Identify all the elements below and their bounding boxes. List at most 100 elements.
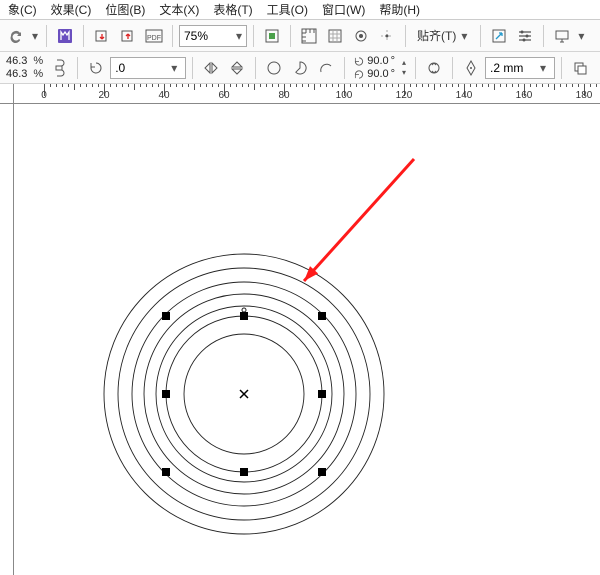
- svg-text:PDF: PDF: [147, 35, 161, 42]
- end-angle-icon: [353, 69, 365, 80]
- angle1-spinner-up[interactable]: ▴: [399, 58, 409, 67]
- fullscreen-button[interactable]: [260, 24, 284, 48]
- rotation-input[interactable]: [115, 61, 165, 75]
- start-angle-value: 90.0: [367, 55, 388, 68]
- width-value: 46.3: [6, 55, 27, 68]
- export-button[interactable]: [116, 24, 140, 48]
- menu-effects[interactable]: 效果(C): [45, 0, 98, 19]
- present-button[interactable]: [550, 24, 574, 48]
- menu-window[interactable]: 窗口(W): [316, 0, 371, 19]
- outline-width-dropdown[interactable]: ▾: [538, 61, 548, 75]
- show-rulers-button[interactable]: [297, 24, 321, 48]
- toolbar-property: 46.3 46.3 % % ▾ 90.0 ° 90.0 °: [0, 52, 600, 84]
- show-grid-button[interactable]: [323, 24, 347, 48]
- menu-text[interactable]: 文本(X): [153, 0, 205, 19]
- mirror-h-button[interactable]: [199, 56, 223, 80]
- ruler-tick-label: 180: [576, 90, 593, 101]
- start-angle-icon: [353, 56, 365, 67]
- menu-bitmap[interactable]: 位图(B): [99, 0, 151, 19]
- ruler-vertical[interactable]: [0, 104, 14, 575]
- zoom-combo[interactable]: ▾: [179, 25, 247, 47]
- snap-button[interactable]: 贴齐(T) ▾: [412, 24, 474, 48]
- ruler-tick-label: 0: [41, 90, 47, 101]
- menu-table[interactable]: 表格(T): [207, 0, 258, 19]
- fullscreen-icon: [264, 28, 280, 44]
- ruler-horizontal[interactable]: 020406080100120140160180200: [14, 84, 600, 104]
- import-button[interactable]: [90, 24, 114, 48]
- arc-icon: [318, 60, 334, 76]
- ruler-tick-label: 140: [456, 90, 473, 101]
- launch-icon: [491, 28, 507, 44]
- menu-object[interactable]: 象(C): [2, 0, 43, 19]
- zoom-input[interactable]: [184, 29, 230, 43]
- height-value: 46.3: [6, 68, 27, 81]
- ruler-tick-label: 100: [336, 90, 353, 101]
- arc-tool-button[interactable]: [314, 56, 338, 80]
- dynamic-guides-icon: [379, 28, 395, 44]
- rotation-combo[interactable]: ▾: [110, 57, 186, 79]
- unit-x: %: [33, 55, 43, 68]
- rotation-icon-button[interactable]: [84, 56, 108, 80]
- outline-width-input[interactable]: [490, 61, 534, 75]
- macro-icon: [56, 27, 74, 45]
- pen-nib-icon: [464, 60, 478, 76]
- unit-y: %: [33, 68, 43, 81]
- zoom-dropdown[interactable]: ▾: [234, 29, 244, 43]
- ruler-origin[interactable]: [0, 84, 14, 104]
- menu-tools[interactable]: 工具(O): [261, 0, 314, 19]
- lock-icon: [53, 58, 65, 78]
- rotation-dropdown[interactable]: ▾: [169, 61, 179, 75]
- present-dropdown[interactable]: ▾: [576, 29, 586, 43]
- ruler-tick-label: 60: [218, 90, 229, 101]
- mirror-v-button[interactable]: [225, 56, 249, 80]
- menu-bar: 象(C) 效果(C) 位图(B) 文本(X) 表格(T) 工具(O) 窗口(W)…: [0, 0, 600, 20]
- options-button[interactable]: [513, 24, 537, 48]
- redo-dropdown[interactable]: ▾: [30, 29, 40, 43]
- pdf-icon: PDF: [145, 28, 163, 44]
- pie-icon: [292, 60, 308, 76]
- swap-direction-button[interactable]: [422, 56, 446, 80]
- redo-icon: [8, 28, 24, 44]
- ruler-icon: [301, 28, 317, 44]
- mirror-h-icon: [203, 60, 219, 76]
- mirror-v-icon: [229, 60, 245, 76]
- center-marker: [240, 390, 248, 398]
- toolbar-standard: ▾ PDF ▾ 贴齐(T) ▾: [0, 20, 600, 52]
- canvas-area[interactable]: [14, 104, 600, 575]
- drawing-canvas[interactable]: [14, 104, 600, 575]
- outline-width-combo[interactable]: ▾: [485, 57, 555, 79]
- pie-tool-button[interactable]: [288, 56, 312, 80]
- to-front-button[interactable]: [568, 56, 592, 80]
- arc-angles: 90.0 ° 90.0 °: [351, 55, 397, 81]
- options-icon: [517, 28, 533, 44]
- launch-button[interactable]: [487, 24, 511, 48]
- present-icon: [554, 28, 570, 44]
- ruler-tick-label: 120: [396, 90, 413, 101]
- to-front-icon: [572, 60, 588, 76]
- angle1-spinner-down[interactable]: ▾: [399, 68, 409, 77]
- rotation-icon: [88, 60, 104, 76]
- pdf-button[interactable]: PDF: [142, 24, 166, 48]
- snap-label: 贴齐(T): [417, 27, 456, 44]
- ellipse-tool-button[interactable]: [262, 56, 286, 80]
- lock-ratio-button[interactable]: [47, 56, 71, 80]
- ruler-tick-label: 40: [158, 90, 169, 101]
- guides-icon: [353, 28, 369, 44]
- menu-help[interactable]: 帮助(H): [373, 0, 426, 19]
- annotation-arrow: [304, 159, 414, 281]
- dynamic-guides-button[interactable]: [375, 24, 399, 48]
- export-icon: [120, 28, 136, 44]
- snap-dropdown[interactable]: ▾: [459, 29, 469, 43]
- show-guides-button[interactable]: [349, 24, 373, 48]
- swap-icon: [426, 60, 442, 76]
- redo-button[interactable]: [4, 24, 28, 48]
- ruler-tick-label: 80: [278, 90, 289, 101]
- import-icon: [94, 28, 110, 44]
- macro-button[interactable]: [53, 24, 77, 48]
- size-unit: % %: [31, 55, 45, 81]
- outline-pen-button[interactable]: [459, 56, 483, 80]
- ruler-tick-label: 20: [98, 90, 109, 101]
- grid-icon: [327, 28, 343, 44]
- end-angle-value: 90.0: [367, 68, 388, 81]
- size-readout: 46.3 46.3: [4, 55, 29, 81]
